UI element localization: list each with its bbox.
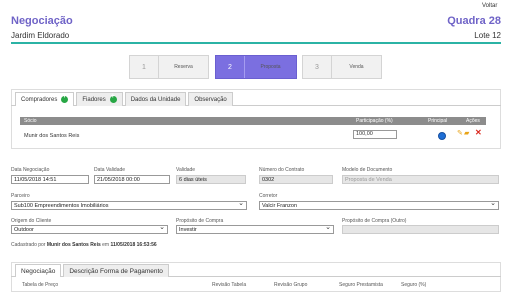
add-fiador-icon[interactable] xyxy=(109,93,117,103)
tab-label: Observação xyxy=(194,96,227,103)
cadastro-prefix: Cadastrado por xyxy=(11,242,46,248)
parceiro-label: Parceiro xyxy=(11,193,30,199)
corretor-select[interactable]: Valcir Franzon xyxy=(259,201,499,210)
lote-label: Lote 12 xyxy=(474,31,501,40)
step-venda[interactable]: 3 Venda xyxy=(302,55,382,79)
parceiro-select[interactable]: Sub100 Empreendimentos Imobiliários xyxy=(11,201,247,210)
voltar-link[interactable]: Voltar xyxy=(482,3,497,9)
proposito-outro-input xyxy=(342,225,499,234)
socio-name: Munir dos Santos Reis xyxy=(24,133,80,139)
col-revisao-tabela: Revisão Tabela xyxy=(212,282,247,288)
step-number: 3 xyxy=(303,56,332,78)
step-reserva[interactable]: 1 Reserva xyxy=(129,55,209,79)
validade-label: Validade xyxy=(176,167,196,173)
col-revisao-grupo: Revisão Grupo xyxy=(274,282,308,288)
tab-label: Dados da Unidade xyxy=(130,96,181,103)
validade-input: 6 dias úteis xyxy=(176,175,246,184)
data-validade-label: Data Validade xyxy=(94,167,126,173)
step-label: Proposta xyxy=(260,64,281,70)
proposito-outro-label: Propósito de Compra (Outro) xyxy=(342,218,407,224)
bottom-tab-bar: Negociação Descrição Forma de Pagamento xyxy=(15,264,171,277)
parceiro-value: Sub100 Empreendimentos Imobiliários xyxy=(14,203,109,209)
step-number: 2 xyxy=(216,56,245,78)
principal-radio[interactable] xyxy=(438,132,446,140)
proposito-compra-label: Propósito de Compra xyxy=(176,218,224,224)
tab-bar: Compradores Fiadores Dados da Unidade Ob… xyxy=(15,92,235,106)
proposito-compra-select[interactable]: Investir xyxy=(176,225,334,234)
corretor-value: Valcir Franzon xyxy=(262,203,298,209)
numero-contrato-input: 0302 xyxy=(259,175,333,184)
origem-cliente-label: Origem do Cliente xyxy=(11,218,52,224)
tab-label: Fiadores xyxy=(82,96,106,103)
step-proposta[interactable]: 2 Proposta xyxy=(215,55,297,79)
tab-negociacao[interactable]: Negociação xyxy=(15,264,62,277)
cadastro-info: Cadastrado por Munir dos Santos Reis em … xyxy=(11,242,157,248)
cadastro-middle: em xyxy=(102,242,110,248)
origem-cliente-select[interactable]: Outdoor xyxy=(11,225,168,234)
col-participacao: Participação (%) xyxy=(356,118,393,124)
data-validade-input[interactable]: 21/05/2018 00:00 xyxy=(94,175,170,184)
add-comprador-icon[interactable] xyxy=(61,93,69,103)
numero-contrato-label: Número do Contrato xyxy=(259,167,305,173)
tab-label: Compradores xyxy=(21,96,58,103)
page-title: Negociação xyxy=(11,15,73,27)
proposito-compra-value: Investir xyxy=(179,227,197,233)
compradores-table-header: Sócio Participação (%) Principal Ações xyxy=(20,117,486,125)
tab-dados-unidade[interactable]: Dados da Unidade xyxy=(124,92,187,106)
page-subtitle: Jardim Eldorado xyxy=(11,31,70,40)
data-negociacao-input[interactable]: 11/05/2018 14:51 xyxy=(11,175,89,184)
modelo-documento-input[interactable]: Proposta de Venda xyxy=(342,175,499,184)
modelo-documento-label: Modelo de Documento xyxy=(342,167,393,173)
col-tabela-preco: Tabela de Preço xyxy=(22,282,59,288)
tab-fiadores[interactable]: Fiadores xyxy=(76,92,123,106)
step-label: Venda xyxy=(349,64,364,70)
cadastro-user: Munir dos Santos Reis xyxy=(46,242,101,248)
col-principal: Principal xyxy=(428,118,448,124)
delete-icon[interactable]: ✕ xyxy=(475,128,482,137)
tab-compradores[interactable]: Compradores xyxy=(15,92,75,106)
step-number: 1 xyxy=(130,56,159,78)
tab-descricao-pagamento[interactable]: Descrição Forma de Pagamento xyxy=(63,264,169,277)
origem-cliente-value: Outdoor xyxy=(14,227,34,233)
col-acoes: Ações xyxy=(466,118,480,124)
header-divider xyxy=(11,42,501,44)
folder-icon[interactable]: ▰ xyxy=(464,129,469,137)
edit-icon[interactable]: ✎ xyxy=(457,129,463,137)
step-label: Reserva xyxy=(174,64,193,70)
quadra-label: Quadra 28 xyxy=(447,15,501,27)
tab-observacao[interactable]: Observação xyxy=(188,92,233,106)
col-seguro-prestamista: Seguro Prestamista xyxy=(339,282,383,288)
participacao-input[interactable]: 100,00 xyxy=(353,130,397,139)
data-negociacao-label: Data Negociação xyxy=(11,167,50,173)
corretor-label: Corretor xyxy=(259,193,278,199)
cadastro-datetime: 11/05/2018 16:53:56 xyxy=(110,242,157,248)
col-seguro-pct: Seguro (%) xyxy=(401,282,427,288)
col-socio: Sócio xyxy=(24,118,37,124)
